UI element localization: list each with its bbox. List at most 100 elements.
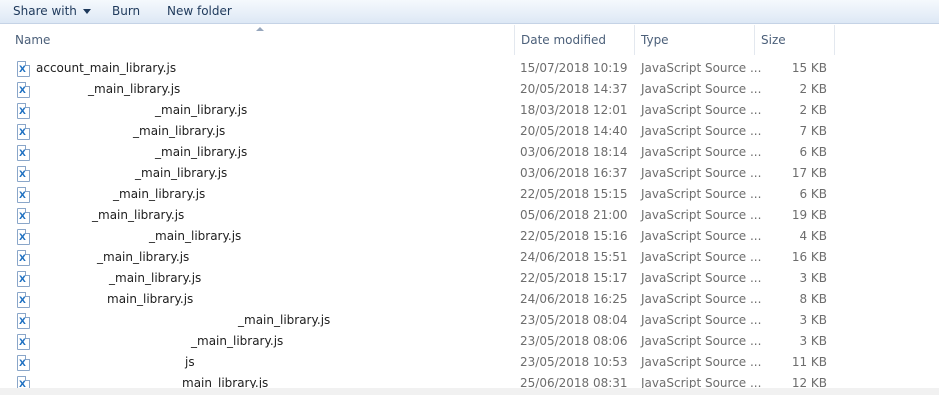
file-row[interactable]: X _main_library.js 22/05/2018 15:16 Java… [0,226,939,247]
file-size: 6 KB [799,187,827,201]
file-row[interactable]: X _main_library.js 03/06/2018 16:37 Java… [0,163,939,184]
file-name: main_library.js [107,292,194,306]
javascript-file-icon: X [17,292,30,308]
file-row[interactable]: X _main_library.js 20/05/2018 14:40 Java… [0,121,939,142]
file-date: 22/05/2018 15:17 [520,271,628,285]
file-date: 24/06/2018 15:51 [520,250,628,264]
file-date: 05/06/2018 21:00 [520,208,628,222]
sort-ascending-icon [256,27,264,31]
column-type-label: Type [641,33,669,47]
javascript-file-icon: X [17,229,30,245]
share-with-label: Share with [13,4,77,18]
javascript-file-icon: X [17,124,30,140]
file-name: _main_library.js [97,250,190,264]
file-row[interactable]: X _main_library.js 18/03/2018 12:01 Java… [0,100,939,121]
file-type: JavaScript Source ... [641,292,762,306]
file-type: JavaScript Source ... [641,187,762,201]
file-name: _main_library.js [113,187,206,201]
file-date: 23/05/2018 08:04 [520,313,628,327]
file-type: JavaScript Source ... [641,145,762,159]
file-date: 23/05/2018 10:53 [520,355,628,369]
file-date: 18/03/2018 12:01 [520,103,628,117]
file-type: JavaScript Source ... [641,61,762,75]
file-date: 24/06/2018 16:25 [520,292,628,306]
file-row[interactable]: X _main_library.js 05/06/2018 21:00 Java… [0,205,939,226]
file-size: 8 KB [799,292,827,306]
file-name: _main_library.js [92,208,185,222]
file-date: 22/05/2018 15:16 [520,229,628,243]
javascript-file-icon: X [17,208,30,224]
file-type: JavaScript Source ... [641,376,762,388]
file-size: 16 KB [791,250,827,264]
javascript-file-icon: X [17,313,30,329]
file-date: 23/05/2018 08:06 [520,334,628,348]
file-type: JavaScript Source ... [641,250,762,264]
file-row[interactable]: X main_library.js 25/06/2018 08:31 JavaS… [0,373,939,388]
file-type: JavaScript Source ... [641,103,762,117]
javascript-file-icon: X [17,145,30,161]
column-header-date[interactable]: Date modified [515,25,635,55]
new-folder-button[interactable]: New folder [167,0,232,23]
file-size: 2 KB [799,103,827,117]
file-name: _main_library.js [191,334,284,348]
file-size: 3 KB [799,271,827,285]
file-name: account_main_library.js [36,61,177,75]
file-name: _main_library.js [109,271,202,285]
javascript-file-icon: X [17,376,30,388]
column-header: Name Date modified Type Size [0,25,939,55]
javascript-file-icon: X [17,82,30,98]
javascript-file-icon: X [17,271,30,287]
file-type: JavaScript Source ... [641,124,762,138]
file-list: X account_main_library.js 15/07/2018 10:… [0,58,939,388]
file-type: JavaScript Source ... [641,166,762,180]
file-date: 03/06/2018 18:14 [520,145,628,159]
file-type: JavaScript Source ... [641,229,762,243]
file-size: 12 KB [791,376,827,388]
burn-button[interactable]: Burn [112,0,140,23]
javascript-file-icon: X [17,61,30,77]
file-row[interactable]: X _main_library.js 03/06/2018 18:14 Java… [0,142,939,163]
file-size: 7 KB [799,124,827,138]
file-row[interactable]: X js 23/05/2018 10:53 JavaScript Source … [0,352,939,373]
file-name: _main_library.js [155,103,248,117]
chevron-down-icon [82,9,91,14]
file-row[interactable]: X _main_library.js 24/06/2018 15:51 Java… [0,247,939,268]
file-row[interactable]: X account_main_library.js 15/07/2018 10:… [0,58,939,79]
column-header-type[interactable]: Type [635,25,755,55]
javascript-file-icon: X [17,187,30,203]
file-size: 6 KB [799,145,827,159]
javascript-file-icon: X [17,250,30,266]
file-date: 20/05/2018 14:37 [520,82,628,96]
file-date: 03/06/2018 16:37 [520,166,628,180]
file-size: 19 KB [791,208,827,222]
file-name: _main_library.js [155,145,248,159]
file-size: 3 KB [799,334,827,348]
file-row[interactable]: X _main_library.js 22/05/2018 15:17 Java… [0,268,939,289]
file-row[interactable]: X _main_library.js 20/05/2018 14:37 Java… [0,79,939,100]
file-type: JavaScript Source ... [641,313,762,327]
file-type: JavaScript Source ... [641,208,762,222]
file-size: 4 KB [799,229,827,243]
status-strip [0,388,939,395]
file-name: _main_library.js [135,166,228,180]
column-header-name[interactable]: Name [0,25,515,55]
file-size: 2 KB [799,82,827,96]
column-date-label: Date modified [521,33,607,47]
file-size: 11 KB [791,355,827,369]
column-name-label: Name [15,33,51,47]
share-with-button[interactable]: Share with [13,0,91,23]
file-size: 17 KB [791,166,827,180]
column-header-size[interactable]: Size [755,25,835,55]
file-type: JavaScript Source ... [641,82,762,96]
javascript-file-icon: X [17,103,30,119]
file-row[interactable]: X _main_library.js 22/05/2018 15:15 Java… [0,184,939,205]
file-type: JavaScript Source ... [641,334,762,348]
new-folder-label: New folder [167,4,232,18]
command-bar: Share with Burn New folder [0,0,939,24]
file-row[interactable]: X _main_library.js 23/05/2018 08:04 Java… [0,310,939,331]
file-row[interactable]: X main_library.js 24/06/2018 16:25 JavaS… [0,289,939,310]
file-row[interactable]: X _main_library.js 23/05/2018 08:06 Java… [0,331,939,352]
javascript-file-icon: X [17,334,30,350]
file-date: 22/05/2018 15:15 [520,187,628,201]
file-date: 25/06/2018 08:31 [520,376,628,388]
